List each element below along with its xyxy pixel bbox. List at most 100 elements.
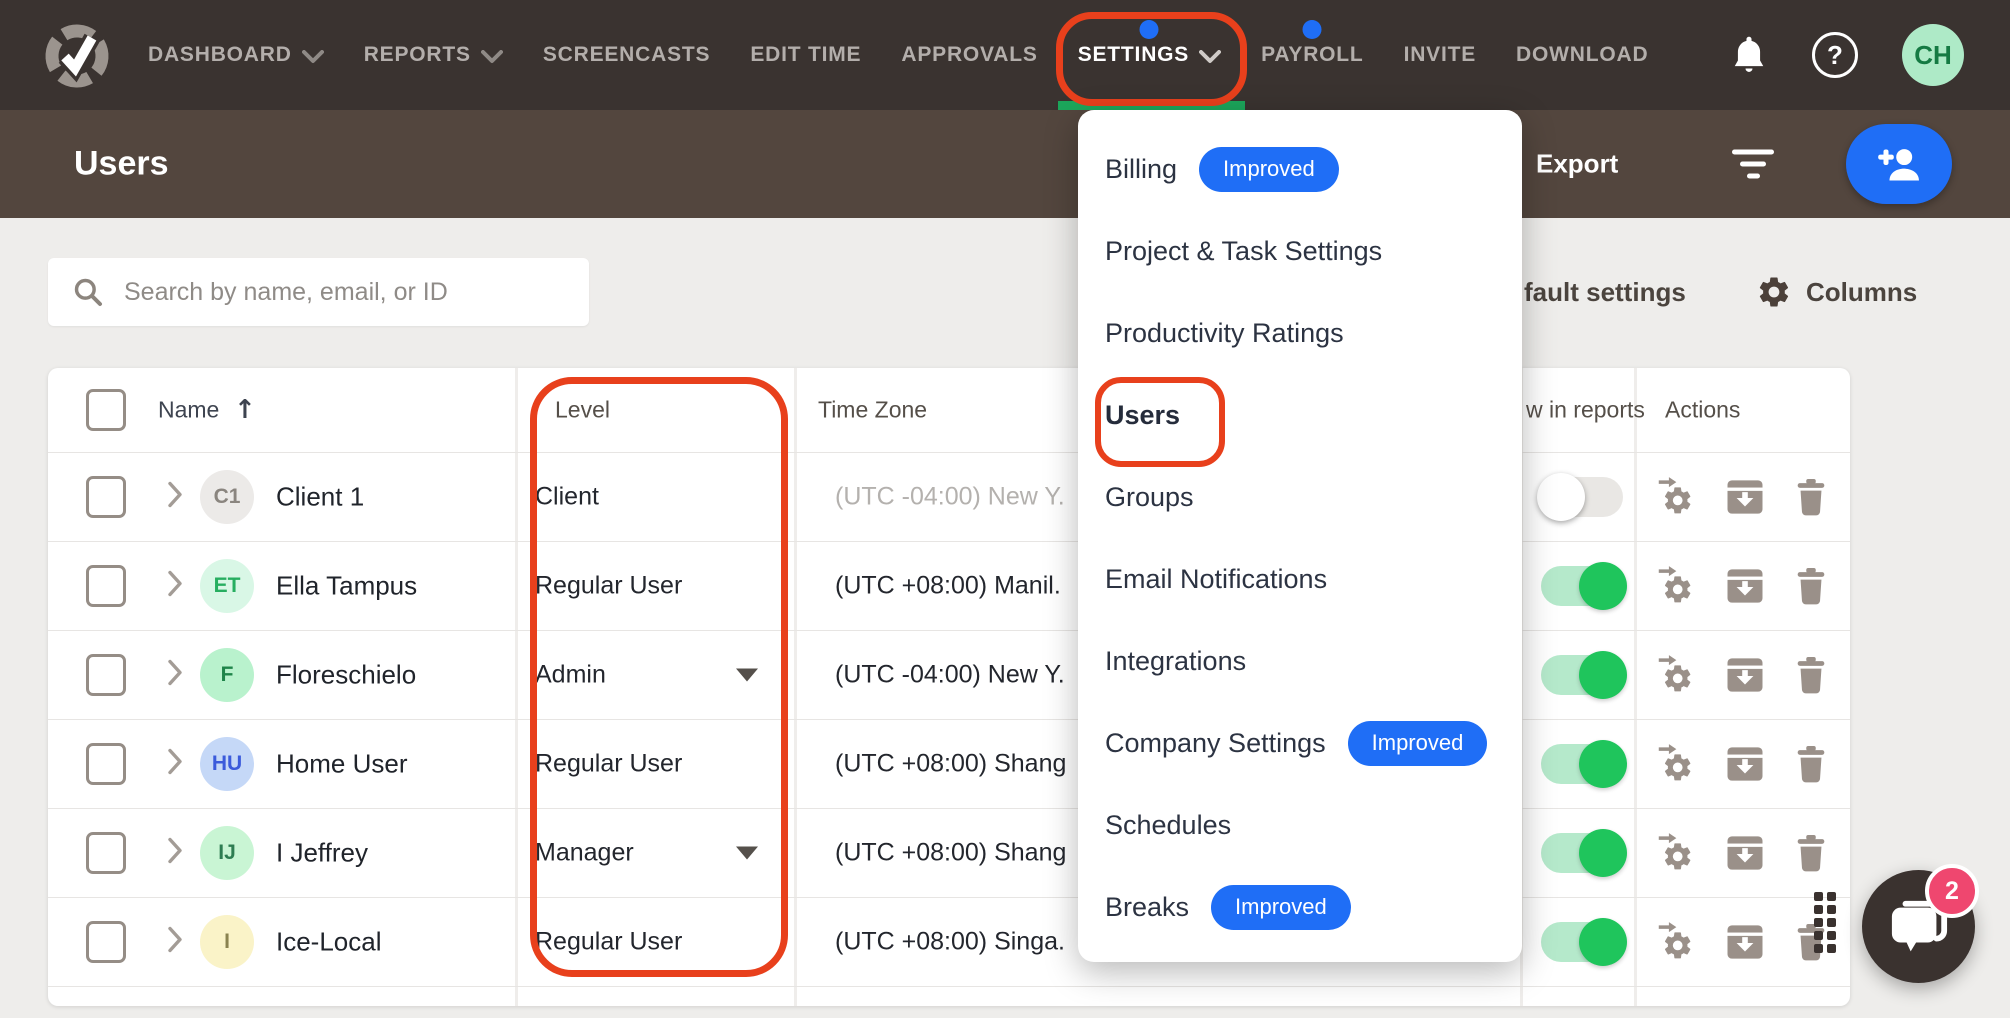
menu-item-company-settings[interactable]: Company SettingsImproved [1078,702,1522,784]
archive-download-icon[interactable] [1724,654,1766,696]
toggle-knob [1537,473,1585,521]
notifications-bell-icon[interactable] [1730,33,1768,77]
nav-item-label: REPORTS [364,43,471,67]
row-checkbox[interactable] [86,654,126,696]
nav-item-label: DASHBOARD [148,43,292,67]
user-level[interactable]: Manager [535,839,634,868]
expand-row-chevron-icon[interactable] [168,482,183,513]
show-in-reports-toggle[interactable] [1541,833,1623,873]
export-button[interactable]: Export [1536,149,1618,180]
default-settings-button-partial[interactable]: fault settings [1524,258,1686,326]
avatar: ET [200,559,254,613]
search-input[interactable] [122,277,546,308]
nav-item-settings[interactable]: SETTINGS [1078,0,1221,110]
nav-item-payroll[interactable]: PAYROLL [1261,0,1363,110]
user-level[interactable]: Admin [535,661,606,690]
menu-item-breaks[interactable]: BreaksImproved [1078,866,1522,948]
user-name: Home User [276,749,407,780]
trash-icon[interactable] [1792,743,1830,785]
show-in-reports-toggle[interactable] [1541,477,1623,517]
archive-download-icon[interactable] [1724,743,1766,785]
show-in-reports-toggle[interactable] [1541,744,1623,784]
user-settings-icon[interactable] [1652,743,1698,785]
show-in-reports-toggle[interactable] [1541,566,1623,606]
columns-button[interactable]: Columns [1756,258,1917,326]
menu-item-groups[interactable]: Groups [1078,456,1522,538]
chat-launcher-button[interactable]: 2 [1862,870,1975,983]
table-row: C1 Client 1 Client (UTC -04:00) New Y. [48,453,1850,542]
menu-item-label: Email Notifications [1105,564,1327,595]
user-name: Floreschielo [276,660,416,691]
menu-item-integrations[interactable]: Integrations [1078,620,1522,702]
user-settings-icon[interactable] [1652,476,1698,518]
row-checkbox[interactable] [86,832,126,874]
archive-download-icon[interactable] [1724,565,1766,607]
user-settings-icon[interactable] [1652,832,1698,874]
search-icon [72,276,104,308]
trash-icon[interactable] [1792,565,1830,607]
user-name: Client 1 [276,482,364,513]
expand-row-chevron-icon[interactable] [168,749,183,780]
trash-icon[interactable] [1792,654,1830,696]
row-checkbox[interactable] [86,565,126,607]
row-actions [1652,565,1830,607]
row-checkbox[interactable] [86,476,126,518]
column-header-show-in-reports-partial: w in reports [1526,397,1645,424]
row-actions [1652,832,1830,874]
nav-item-edit-time[interactable]: EDIT TIME [750,0,861,110]
app-window: DASHBOARD REPORTS SCREENCASTS EDIT TIME APPR… [0,0,2010,1018]
nav-item-label: EDIT TIME [750,43,861,67]
sort-ascending-icon[interactable]: ↑ [234,395,256,425]
menu-item-label: Billing [1105,154,1177,185]
user-level: Regular User [535,750,682,779]
level-dropdown-caret-icon[interactable] [736,847,758,860]
menu-item-productivity-ratings[interactable]: Productivity Ratings [1078,292,1522,374]
columns-label: Columns [1806,277,1917,308]
active-tab-underline [1058,101,1245,110]
column-header-level: Level [555,397,610,424]
expand-row-chevron-icon[interactable] [168,927,183,958]
toggle-knob [1579,918,1627,966]
expand-row-chevron-icon[interactable] [168,838,183,869]
show-in-reports-toggle[interactable] [1541,655,1623,695]
expand-row-chevron-icon[interactable] [168,571,183,602]
menu-item-users[interactable]: Users [1078,374,1522,456]
gear-icon [1756,274,1792,310]
nav-item-download[interactable]: DOWNLOAD [1516,0,1648,110]
user-avatar[interactable]: CH [1902,24,1964,86]
show-in-reports-toggle[interactable] [1541,922,1623,962]
menu-item-email-notifications[interactable]: Email Notifications [1078,538,1522,620]
menu-item-project-task-settings[interactable]: Project & Task Settings [1078,210,1522,292]
select-all-checkbox[interactable] [86,389,126,431]
nav-item-reports[interactable]: REPORTS [364,0,503,110]
nav-item-dashboard[interactable]: DASHBOARD [148,0,324,110]
add-user-button[interactable] [1846,124,1952,204]
filter-icon[interactable] [1732,150,1774,179]
archive-download-icon[interactable] [1724,832,1766,874]
row-checkbox[interactable] [86,921,126,963]
menu-item-schedules[interactable]: Schedules [1078,784,1522,866]
archive-download-icon[interactable] [1724,476,1766,518]
row-checkbox[interactable] [86,743,126,785]
user-settings-icon[interactable] [1652,654,1698,696]
table-row: HU Home User Regular User (UTC +08:00) S… [48,720,1850,809]
user-timezone: (UTC +08:00) Manil. [835,572,1061,601]
nav-item-invite[interactable]: INVITE [1404,0,1476,110]
menu-item-billing[interactable]: BillingImproved [1078,128,1522,210]
expand-row-chevron-icon[interactable] [168,660,183,691]
user-timezone: (UTC +08:00) Singa. [835,928,1065,957]
help-icon[interactable]: ? [1812,32,1858,78]
row-actions [1652,921,1830,963]
table-row: F Floreschielo Admin (UTC -04:00) New Y. [48,631,1850,720]
nav-item-screencasts[interactable]: SCREENCASTS [543,0,711,110]
user-settings-icon[interactable] [1652,921,1698,963]
app-logo-icon[interactable] [42,20,112,90]
level-dropdown-caret-icon[interactable] [736,669,758,682]
nav-item-approvals[interactable]: APPROVALS [901,0,1037,110]
trash-icon[interactable] [1792,476,1830,518]
archive-download-icon[interactable] [1724,921,1766,963]
drag-handle-dots-icon[interactable] [1814,892,1840,953]
column-header-name[interactable]: Name [158,397,219,424]
user-settings-icon[interactable] [1652,565,1698,607]
trash-icon[interactable] [1792,832,1830,874]
